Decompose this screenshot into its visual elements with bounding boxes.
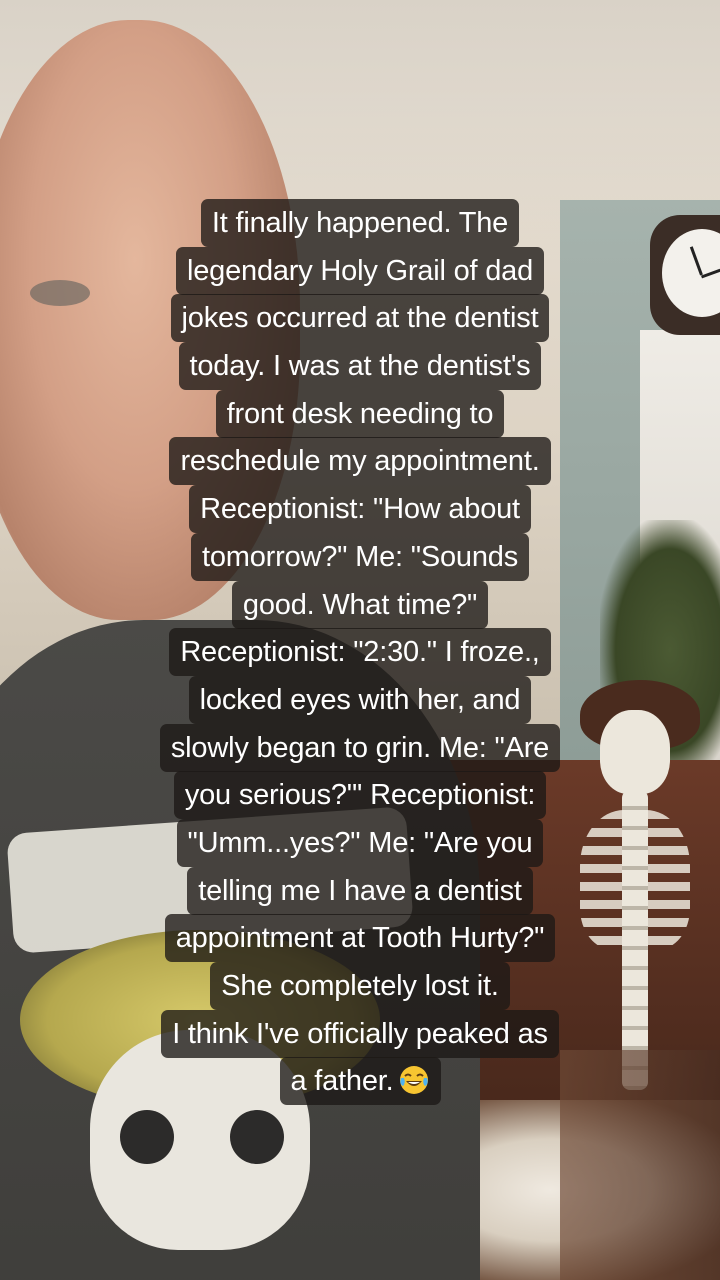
caption-line: front desk needing to	[215, 389, 505, 438]
face-with-tears-of-joy-icon	[399, 1066, 428, 1095]
caption-last-line: a father.	[279, 1057, 441, 1106]
caption-line: jokes occurred at the dentist	[170, 294, 550, 343]
video-frame: It finally happened. The legendary Holy …	[0, 0, 720, 1280]
caption-line: slowly began to grin. Me: "Are	[159, 723, 561, 772]
caption-line: today. I was at the dentist's	[178, 342, 542, 391]
caption-line: you serious?"' Receptionist:	[173, 771, 547, 820]
caption-line: telling me I have a dentist	[187, 866, 533, 915]
caption-line: It finally happened. The	[200, 199, 520, 247]
shirt-graphic-eye-right	[230, 1110, 284, 1164]
shirt-graphic-eye-left	[120, 1110, 174, 1164]
caption-line: good. What time?"	[231, 580, 489, 629]
caption-line: "Umm...yes?" Me: "Are you	[176, 818, 544, 867]
caption-line: She completely lost it.	[210, 962, 510, 1010]
caption-line: tomorrow?" Me: "Sounds	[191, 532, 529, 581]
caption-line: appointment at Tooth Hurty?"	[164, 914, 556, 963]
caption-line: locked eyes with her, and	[188, 675, 532, 724]
caption-line: Receptionist: "How about	[189, 485, 531, 534]
caption-line: legendary Holy Grail of dad	[175, 246, 544, 295]
caption-line: I think I've officially peaked as	[161, 1009, 559, 1058]
caption-line: reschedule my appointment.	[169, 437, 551, 486]
caption-line: Receptionist: "2:30." I froze.,	[169, 628, 551, 677]
caption-overlay: It finally happened. The legendary Holy …	[0, 199, 720, 1106]
caption-line: a father.	[290, 1065, 394, 1098]
